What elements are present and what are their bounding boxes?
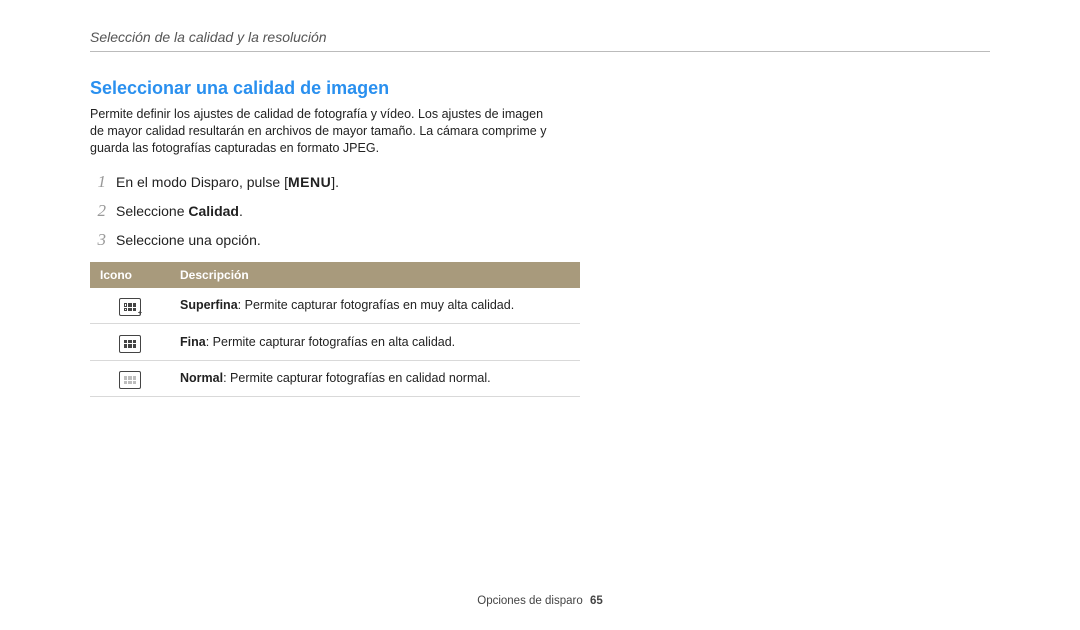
- row-bold: Superfina: [180, 298, 238, 312]
- section-heading: Seleccionar una calidad de imagen: [90, 76, 990, 100]
- step-pre: Seleccione una opción.: [116, 232, 261, 248]
- icon-cell: [90, 324, 170, 361]
- footer-page-number: 65: [590, 595, 603, 607]
- row-bold: Fina: [180, 335, 206, 349]
- step-pre: En el modo Disparo, pulse [: [116, 174, 288, 190]
- step-bold: Calidad: [188, 203, 239, 219]
- page: Selección de la calidad y la resolución …: [0, 0, 1080, 397]
- step-text: Seleccione una opción.: [116, 231, 261, 250]
- page-header-title: Selección de la calidad y la resolución: [90, 28, 990, 47]
- step-1: 1 En el modo Disparo, pulse [MENU].: [90, 171, 990, 194]
- header-rule: [90, 51, 990, 52]
- footer-section: Opciones de disparo: [477, 595, 582, 607]
- steps-list: 1 En el modo Disparo, pulse [MENU]. 2 Se…: [90, 171, 990, 252]
- table-header-row: Icono Descripción: [90, 262, 580, 288]
- th-desc: Descripción: [170, 262, 580, 288]
- step-number: 2: [90, 200, 106, 223]
- section-intro: Permite definir los ajustes de calidad d…: [90, 106, 560, 157]
- desc-cell: Superfina: Permite capturar fotografías …: [170, 288, 580, 324]
- row-rest: : Permite capturar fotografías en alta c…: [206, 335, 455, 349]
- menu-key: MENU: [288, 174, 331, 190]
- step-text: En el modo Disparo, pulse [MENU].: [116, 173, 339, 192]
- step-pre: Seleccione: [116, 203, 188, 219]
- superfina-icon: +: [119, 298, 141, 316]
- options-table: Icono Descripción + Superfina: Permite c…: [90, 262, 580, 398]
- desc-cell: Normal: Permite capturar fotografías en …: [170, 360, 580, 397]
- normal-icon: [119, 371, 141, 389]
- step-number: 1: [90, 171, 106, 194]
- step-text: Seleccione Calidad.: [116, 202, 243, 221]
- step-3: 3 Seleccione una opción.: [90, 229, 990, 252]
- page-footer: Opciones de disparo 65: [0, 594, 1080, 610]
- table-row: Normal: Permite capturar fotografías en …: [90, 360, 580, 397]
- row-rest: : Permite capturar fotografías en calida…: [223, 371, 491, 385]
- step-2: 2 Seleccione Calidad.: [90, 200, 990, 223]
- table-row: Fina: Permite capturar fotografías en al…: [90, 324, 580, 361]
- step-post: ].: [331, 174, 339, 190]
- row-bold: Normal: [180, 371, 223, 385]
- table-row: + Superfina: Permite capturar fotografía…: [90, 288, 580, 324]
- th-icon: Icono: [90, 262, 170, 288]
- step-post: .: [239, 203, 243, 219]
- step-number: 3: [90, 229, 106, 252]
- icon-cell: +: [90, 288, 170, 324]
- fina-icon: [119, 335, 141, 353]
- icon-cell: [90, 360, 170, 397]
- desc-cell: Fina: Permite capturar fotografías en al…: [170, 324, 580, 361]
- row-rest: : Permite capturar fotografías en muy al…: [238, 298, 515, 312]
